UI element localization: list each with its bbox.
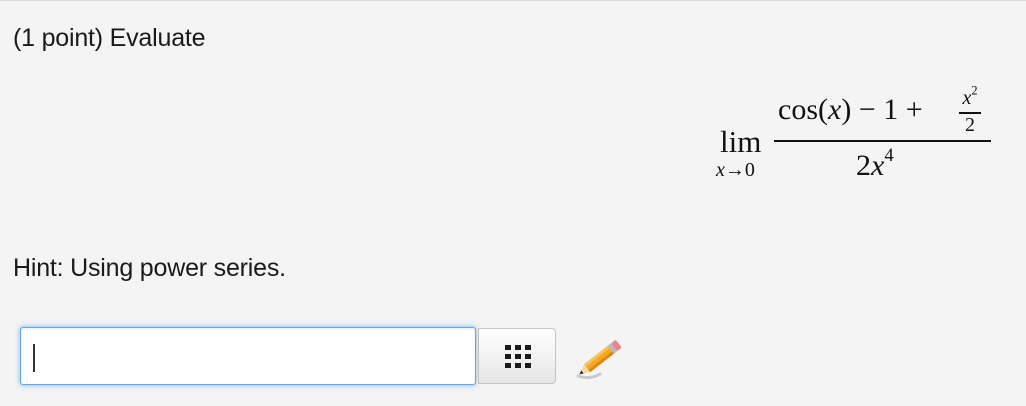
denominator-variable: x	[871, 149, 885, 182]
hint-text: Hint: Using power series.	[13, 254, 286, 282]
fraction-numerator: cos(x) − 1 +	[778, 92, 930, 128]
lim-sub-variable: x	[716, 159, 725, 181]
lim-sub-arrow: →0	[724, 159, 755, 181]
answer-input[interactable]	[20, 327, 476, 385]
denominator-exponent: 4	[884, 145, 894, 167]
text-caret	[33, 344, 35, 372]
lim-subscript: x→0	[716, 159, 755, 181]
small-fraction-denominator: 2	[965, 114, 975, 136]
numerator-func: cos(	[778, 93, 828, 126]
pencil-icon[interactable]	[572, 336, 626, 382]
small-fraction: x2 2	[955, 85, 985, 140]
problem-header: (1 point) Evaluate	[13, 24, 206, 52]
small-fraction-variable: x	[962, 87, 972, 109]
small-fraction-numerator: x2	[955, 85, 985, 109]
fraction-bar	[774, 140, 991, 142]
keypad-icon	[505, 345, 531, 368]
denominator-coefficient: 2	[856, 149, 871, 182]
small-fraction-exponent: 2	[971, 83, 978, 98]
numerator-rest: ) − 1 +	[841, 93, 931, 126]
lim-operator: lim	[720, 124, 762, 159]
limit-expression: lim x→0 cos(x) − 1 + x2 2 2x4	[716, 85, 996, 186]
top-border	[0, 0, 1026, 1]
fraction-denominator: 2x4	[856, 145, 894, 184]
equation-editor-button[interactable]	[478, 328, 556, 384]
numerator-variable: x	[827, 93, 842, 126]
